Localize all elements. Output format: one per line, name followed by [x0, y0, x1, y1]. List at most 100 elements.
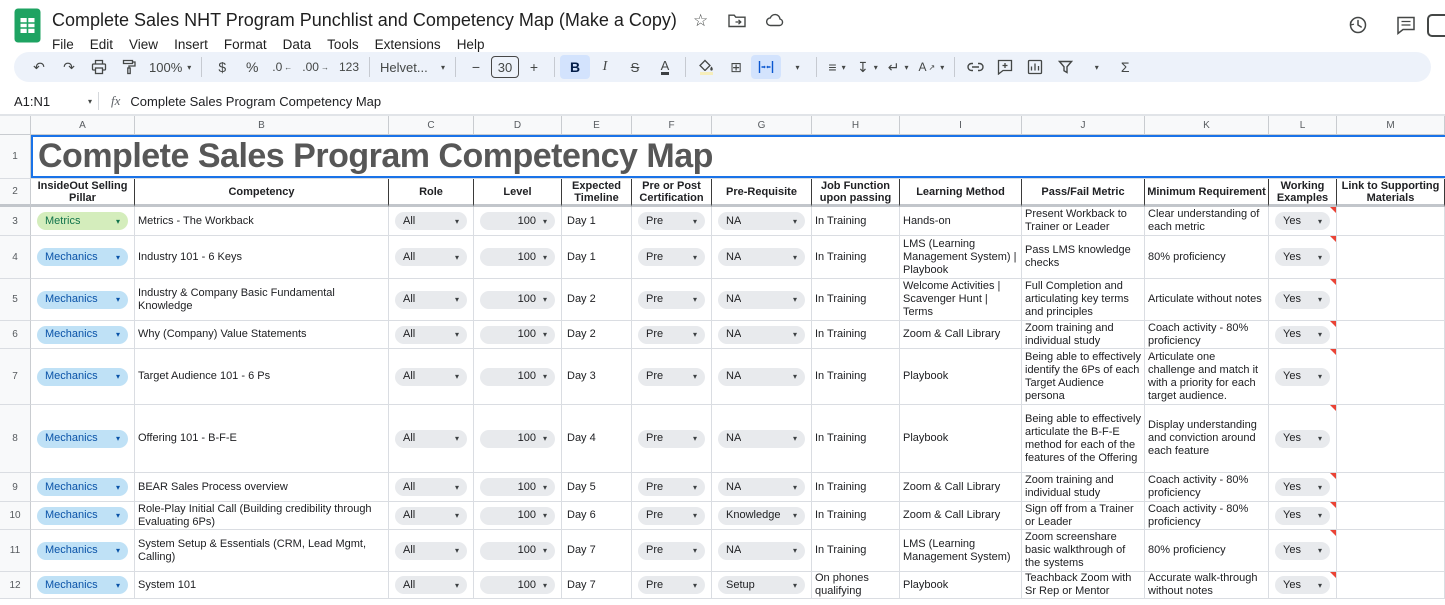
role-dropdown-r7[interactable]: All▾	[389, 349, 474, 405]
menu-tools[interactable]: Tools	[319, 35, 367, 54]
cloud-status-icon[interactable]	[766, 13, 785, 27]
certification-dropdown-r6[interactable]: Pre▾	[632, 321, 712, 349]
working-examples-dropdown-r5[interactable]: Yes▾	[1269, 279, 1337, 321]
learning-method-cell-r8[interactable]: Playbook	[900, 405, 1022, 473]
learning-method-cell-r5[interactable]: Welcome Activities | Scavenger Hunt | Te…	[900, 279, 1022, 321]
pillar-dropdown-r8[interactable]: Mechanics▾	[31, 405, 135, 473]
prerequisite-dropdown-r9[interactable]: NA▾	[712, 473, 812, 502]
format-percent-button[interactable]: %	[237, 55, 267, 79]
row-header-9[interactable]: 9	[0, 473, 31, 502]
working-examples-dropdown[interactable]: Yes▾	[1275, 212, 1330, 230]
job-function-cell-r3[interactable]: In Training	[812, 207, 900, 236]
expected-timeline-cell-r10[interactable]: Day 6	[562, 502, 632, 530]
header-cell-F[interactable]: Pre or Post Certification	[632, 179, 712, 207]
supporting-materials-cell-r7[interactable]	[1337, 349, 1445, 405]
borders-button[interactable]: ⊞	[721, 55, 751, 79]
working-examples-dropdown-r9[interactable]: Yes▾	[1269, 473, 1337, 502]
certification-dropdown[interactable]: Pre▾	[638, 576, 705, 594]
certification-dropdown-r5[interactable]: Pre▾	[632, 279, 712, 321]
document-title[interactable]: Complete Sales NHT Program Punchlist and…	[52, 10, 677, 31]
level-dropdown[interactable]: 100▾	[480, 368, 555, 386]
header-cell-L[interactable]: Working Examples	[1269, 179, 1337, 207]
column-header-L[interactable]: L	[1269, 116, 1337, 135]
minimum-requirement-cell-r6[interactable]: Coach activity - 80% proficiency	[1145, 321, 1269, 349]
menu-view[interactable]: View	[121, 35, 166, 54]
prerequisite-dropdown[interactable]: NA▾	[718, 248, 805, 266]
supporting-materials-cell-r8[interactable]	[1337, 405, 1445, 473]
pass-fail-metric-cell-r11[interactable]: Zoom screenshare basic walkthrough of th…	[1022, 530, 1145, 572]
role-dropdown-r10[interactable]: All▾	[389, 502, 474, 530]
job-function-cell-r7[interactable]: In Training	[812, 349, 900, 405]
header-cell-C[interactable]: Role	[389, 179, 474, 207]
pillar-dropdown[interactable]: Metrics▾	[37, 212, 128, 230]
menu-extensions[interactable]: Extensions	[367, 35, 449, 54]
pillar-dropdown-r4[interactable]: Mechanics▾	[31, 236, 135, 279]
working-examples-dropdown-r12[interactable]: Yes▾	[1269, 572, 1337, 599]
prerequisite-dropdown[interactable]: NA▾	[718, 368, 805, 386]
pass-fail-metric-cell-r5[interactable]: Full Completion and articulating key ter…	[1022, 279, 1145, 321]
certification-dropdown[interactable]: Pre▾	[638, 248, 705, 266]
prerequisite-dropdown[interactable]: Knowledge▾	[718, 507, 805, 525]
column-header-J[interactable]: J	[1022, 116, 1145, 135]
pillar-dropdown[interactable]: Mechanics▾	[37, 291, 128, 309]
minimum-requirement-cell-r8[interactable]: Display understanding and conviction aro…	[1145, 405, 1269, 473]
menu-edit[interactable]: Edit	[82, 35, 121, 54]
competency-cell-r3[interactable]: Metrics - The Workback	[135, 207, 389, 236]
column-header-I[interactable]: I	[900, 116, 1022, 135]
row-header-3[interactable]: 3	[0, 207, 31, 236]
prerequisite-dropdown-r3[interactable]: NA▾	[712, 207, 812, 236]
level-dropdown-r10[interactable]: 100▾	[474, 502, 562, 530]
minimum-requirement-cell-r9[interactable]: Coach activity - 80% proficiency	[1145, 473, 1269, 502]
certification-dropdown-r9[interactable]: Pre▾	[632, 473, 712, 502]
job-function-cell-r5[interactable]: In Training	[812, 279, 900, 321]
pillar-dropdown[interactable]: Mechanics▾	[37, 478, 128, 496]
expected-timeline-cell-r6[interactable]: Day 2	[562, 321, 632, 349]
prerequisite-dropdown-r5[interactable]: NA▾	[712, 279, 812, 321]
job-function-cell-r12[interactable]: On phones qualifying	[812, 572, 900, 599]
pillar-dropdown-r11[interactable]: Mechanics▾	[31, 530, 135, 572]
certification-dropdown-r3[interactable]: Pre▾	[632, 207, 712, 236]
expected-timeline-cell-r11[interactable]: Day 7	[562, 530, 632, 572]
role-dropdown[interactable]: All▾	[395, 212, 467, 230]
insert-chart-button[interactable]	[1020, 55, 1050, 79]
prerequisite-dropdown[interactable]: Setup▾	[718, 576, 805, 594]
google-sheets-logo[interactable]	[14, 8, 41, 43]
pillar-dropdown-r7[interactable]: Mechanics▾	[31, 349, 135, 405]
prerequisite-dropdown-r6[interactable]: NA▾	[712, 321, 812, 349]
bold-button[interactable]: B	[560, 55, 590, 79]
decrease-font-size-button[interactable]: −	[461, 55, 491, 79]
level-dropdown[interactable]: 100▾	[480, 430, 555, 448]
working-examples-dropdown[interactable]: Yes▾	[1275, 478, 1330, 496]
expected-timeline-cell-r4[interactable]: Day 1	[562, 236, 632, 279]
job-function-cell-r11[interactable]: In Training	[812, 530, 900, 572]
competency-cell-r8[interactable]: Offering 101 - B-F-E	[135, 405, 389, 473]
job-function-cell-r6[interactable]: In Training	[812, 321, 900, 349]
learning-method-cell-r7[interactable]: Playbook	[900, 349, 1022, 405]
role-dropdown[interactable]: All▾	[395, 478, 467, 496]
role-dropdown[interactable]: All▾	[395, 326, 467, 344]
competency-cell-r6[interactable]: Why (Company) Value Statements	[135, 321, 389, 349]
level-dropdown-r9[interactable]: 100▾	[474, 473, 562, 502]
role-dropdown[interactable]: All▾	[395, 542, 467, 560]
filter-views-dropdown[interactable]: ▾	[1080, 55, 1110, 79]
minimum-requirement-cell-r7[interactable]: Articulate one challenge and match it wi…	[1145, 349, 1269, 405]
prerequisite-dropdown[interactable]: NA▾	[718, 291, 805, 309]
strikethrough-button[interactable]: S	[620, 55, 650, 79]
increase-font-size-button[interactable]: +	[519, 55, 549, 79]
competency-cell-r10[interactable]: Role-Play Initial Call (Building credibi…	[135, 502, 389, 530]
certification-dropdown-r12[interactable]: Pre▾	[632, 572, 712, 599]
row-header-10[interactable]: 10	[0, 502, 31, 530]
row-header-1[interactable]: 1	[0, 135, 31, 179]
pillar-dropdown-r5[interactable]: Mechanics▾	[31, 279, 135, 321]
level-dropdown-r11[interactable]: 100▾	[474, 530, 562, 572]
level-dropdown-r12[interactable]: 100▾	[474, 572, 562, 599]
row-header-12[interactable]: 12	[0, 572, 31, 599]
expected-timeline-cell-r9[interactable]: Day 5	[562, 473, 632, 502]
pass-fail-metric-cell-r12[interactable]: Teachback Zoom with Sr Rep or Mentor	[1022, 572, 1145, 599]
role-dropdown-r6[interactable]: All▾	[389, 321, 474, 349]
role-dropdown[interactable]: All▾	[395, 576, 467, 594]
working-examples-dropdown[interactable]: Yes▾	[1275, 368, 1330, 386]
column-header-K[interactable]: K	[1145, 116, 1269, 135]
minimum-requirement-cell-r10[interactable]: Coach activity - 80% proficiency	[1145, 502, 1269, 530]
role-dropdown[interactable]: All▾	[395, 291, 467, 309]
